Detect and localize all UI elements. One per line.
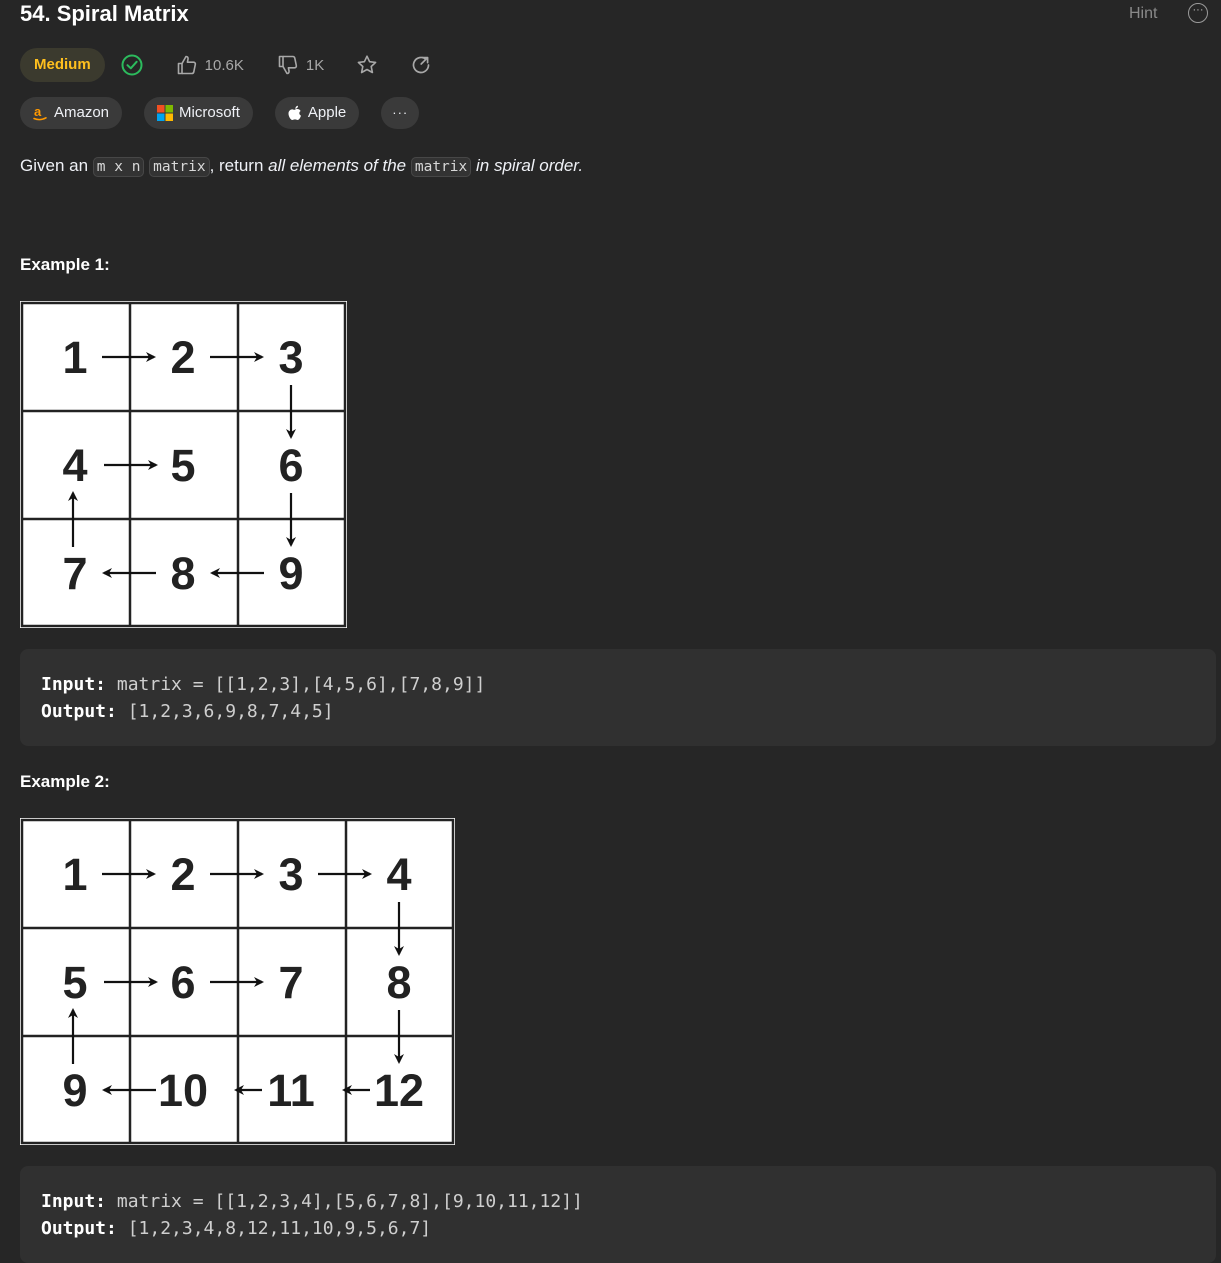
- company-tag-microsoft[interactable]: Microsoft: [144, 97, 253, 129]
- spiral-arrows: [68, 869, 404, 1095]
- dislike-button[interactable]: 1K: [277, 54, 324, 76]
- problem-title: 54. Spiral Matrix: [20, 1, 189, 26]
- example-2-code: Input: matrix = [[1,2,3,4],[5,6,7,8],[9,…: [20, 1166, 1216, 1263]
- cell: 6: [170, 957, 195, 1008]
- cell: 9: [62, 1065, 87, 1116]
- example-1-title: Example 1:: [20, 255, 110, 274]
- cell: 7: [62, 548, 87, 599]
- favorite-star-icon[interactable]: [356, 54, 378, 76]
- more-companies-button[interactable]: ···: [381, 97, 420, 129]
- cell: 3: [278, 332, 303, 383]
- like-button[interactable]: 10.6K: [176, 54, 244, 76]
- example-1-code: Input: matrix = [[1,2,3],[4,5,6],[7,8,9]…: [20, 649, 1216, 746]
- svg-text:a: a: [34, 105, 42, 119]
- solved-check-icon: [121, 54, 143, 76]
- cell: 8: [170, 548, 195, 599]
- cell: 5: [62, 957, 87, 1008]
- cell: 2: [170, 849, 195, 900]
- hint-button[interactable]: Hint: [1129, 4, 1157, 24]
- thumbs-down-icon: [278, 55, 298, 75]
- amazon-logo-icon: a: [33, 105, 48, 121]
- cell: 10: [158, 1065, 208, 1116]
- thumbs-up-icon: [177, 55, 196, 75]
- cell: 1: [62, 332, 87, 383]
- cell: 12: [374, 1065, 424, 1116]
- cell: 4: [386, 849, 411, 900]
- apple-logo-icon: [288, 105, 302, 121]
- likes-count: 10.6K: [204, 56, 244, 74]
- microsoft-logo-icon: [157, 105, 174, 121]
- problem-description: Given an m x n matrix, return all elemen…: [20, 156, 584, 177]
- code-matrix: matrix: [149, 157, 210, 177]
- cell: 9: [278, 548, 303, 599]
- difficulty-badge: Medium: [20, 48, 105, 82]
- problem-toolbar: Medium 10.6K 1K: [20, 48, 432, 82]
- example-1-figure: 1 2 3 4 5 6 7 8 9: [20, 301, 347, 628]
- code-m-x-n: m x n: [92, 157, 145, 177]
- cell: 2: [170, 332, 195, 383]
- cell: 8: [386, 957, 411, 1008]
- cell: 1: [62, 849, 87, 900]
- cell: 3: [278, 849, 303, 900]
- company-tag-amazon[interactable]: a Amazon: [20, 97, 123, 129]
- share-icon[interactable]: [410, 54, 432, 76]
- example-2-title: Example 2:: [20, 772, 110, 791]
- code-matrix-2: matrix: [410, 157, 472, 177]
- example-2-figure: 1 2 3 4 5 6 7 8 9 10 11 12: [20, 818, 455, 1145]
- cell: 4: [62, 440, 87, 491]
- cell: 6: [278, 440, 303, 491]
- company-tag-apple[interactable]: Apple: [274, 97, 360, 129]
- cell: 5: [170, 440, 195, 491]
- dislikes-count: 1K: [305, 56, 325, 74]
- company-tags: a Amazon Microsoft Apple ···: [20, 97, 420, 129]
- cell: 7: [278, 957, 303, 1008]
- cell: 11: [267, 1065, 315, 1116]
- more-options-icon[interactable]: ···: [1188, 3, 1208, 23]
